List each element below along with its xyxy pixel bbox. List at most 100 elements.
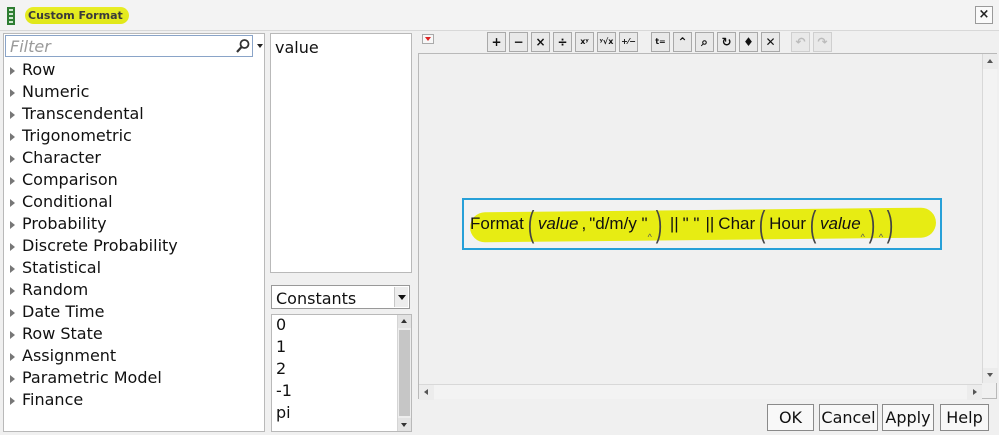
cancel-button[interactable]: Cancel <box>819 404 878 431</box>
expand-triangle-icon[interactable] <box>10 89 15 97</box>
expand-arg-caret-icon[interactable]: ^ <box>861 232 865 242</box>
expand-triangle-icon[interactable] <box>10 397 15 405</box>
formula-expression[interactable]: Format ( value , "d/m/y " ^ ) || " " || … <box>462 198 942 250</box>
expand-triangle-icon[interactable] <box>10 199 15 207</box>
expand-triangle-icon[interactable] <box>10 133 15 141</box>
constants-scrollbar[interactable] <box>397 315 411 431</box>
category-item[interactable]: Probability <box>4 214 264 236</box>
apply-button[interactable]: Apply <box>882 404 934 431</box>
help-button[interactable]: Help <box>940 404 989 431</box>
formula-text: Format ( value , "d/m/y " ^ ) || " " || … <box>470 200 897 248</box>
constant-item[interactable]: 2 <box>272 359 411 381</box>
macro-button[interactable]: ♦ <box>739 32 758 52</box>
category-label: Date Time <box>22 302 105 321</box>
constants-dropdown[interactable]: Constants <box>271 285 410 309</box>
expand-triangle-icon[interactable] <box>10 155 15 163</box>
expand-triangle-icon[interactable] <box>10 375 15 383</box>
expand-triangle-icon[interactable] <box>10 111 15 119</box>
category-label: Comparison <box>22 170 118 189</box>
redo-button[interactable]: ↷ <box>813 32 832 52</box>
editor-horizontal-scrollbar[interactable] <box>419 384 982 400</box>
editor-options-menu-icon[interactable] <box>422 34 434 44</box>
category-item[interactable]: Numeric <box>4 82 264 104</box>
search-icon[interactable] <box>235 38 251 54</box>
space-string[interactable]: " " <box>683 214 700 234</box>
peel-expression-button[interactable]: ⌃ <box>673 32 692 52</box>
expand-arg-caret-icon[interactable]: ^ <box>648 232 652 242</box>
category-item[interactable]: Row <box>4 60 264 82</box>
expand-triangle-icon[interactable] <box>10 353 15 361</box>
editor-vertical-scrollbar[interactable] <box>982 54 998 383</box>
close-button[interactable]: × <box>975 6 993 24</box>
expand-triangle-icon[interactable] <box>10 243 15 251</box>
scroll-down-icon[interactable] <box>983 368 998 383</box>
negate-button[interactable]: +⁄− <box>619 32 638 52</box>
power-button[interactable]: xʸ <box>575 32 594 52</box>
category-item[interactable]: Conditional <box>4 192 264 214</box>
local-variable-button[interactable]: ⌕ <box>695 32 714 52</box>
hour-arg-value[interactable]: value <box>820 214 861 234</box>
arg-separator: , <box>581 214 587 233</box>
expand-triangle-icon[interactable] <box>10 287 15 295</box>
scroll-up-icon[interactable] <box>983 54 998 69</box>
reorder-button[interactable]: ↻ <box>717 32 736 52</box>
title-bar: Custom Format × <box>0 0 999 31</box>
category-item[interactable]: Parametric Model <box>4 368 264 390</box>
root-button[interactable]: ʸ√x <box>597 32 616 52</box>
category-item[interactable]: Row State <box>4 324 264 346</box>
concat-operator[interactable]: || <box>670 214 679 234</box>
constant-item[interactable]: 1 <box>272 337 411 359</box>
category-item[interactable]: Random <box>4 280 264 302</box>
filter-field[interactable] <box>5 35 253 57</box>
category-item[interactable]: Date Time <box>4 302 264 324</box>
scroll-down-icon[interactable] <box>398 418 411 431</box>
expand-arg-caret-icon[interactable]: ^ <box>879 232 883 242</box>
subtract-button[interactable]: − <box>509 32 528 52</box>
scroll-up-icon[interactable] <box>398 315 411 328</box>
constant-item[interactable]: 0 <box>272 315 411 337</box>
format-string-arg[interactable]: "d/m/y " <box>589 214 647 234</box>
expand-triangle-icon[interactable] <box>10 221 15 229</box>
expand-triangle-icon[interactable] <box>10 67 15 75</box>
scroll-left-icon[interactable] <box>419 385 434 400</box>
constant-item[interactable]: -1 <box>272 381 411 403</box>
expand-triangle-icon[interactable] <box>10 265 15 273</box>
filter-input[interactable] <box>10 37 220 55</box>
columns-list: value <box>270 33 412 273</box>
category-label: Parametric Model <box>22 368 162 387</box>
category-item[interactable]: Assignment <box>4 346 264 368</box>
chevron-down-icon[interactable] <box>394 287 408 307</box>
assign-button[interactable]: t= <box>651 32 670 52</box>
expand-triangle-icon[interactable] <box>10 177 15 185</box>
category-item[interactable]: Comparison <box>4 170 264 192</box>
hour-function-name[interactable]: Hour <box>769 214 806 234</box>
category-item[interactable]: Character <box>4 148 264 170</box>
open-paren: ( <box>809 203 817 244</box>
category-item[interactable]: Transcendental <box>4 104 264 126</box>
expand-triangle-icon[interactable] <box>10 331 15 339</box>
constant-item[interactable]: pi <box>272 403 411 425</box>
divide-button[interactable]: ÷ <box>553 32 572 52</box>
category-list: Row Numeric Transcendental Trigonometric Cha… <box>4 60 264 412</box>
ok-button[interactable]: OK <box>767 404 814 431</box>
scroll-thumb[interactable] <box>399 330 410 416</box>
add-button[interactable]: + <box>487 32 506 52</box>
scroll-right-icon[interactable] <box>967 385 982 400</box>
concat-operator[interactable]: || <box>705 214 714 234</box>
category-item[interactable]: Finance <box>4 390 264 412</box>
format-function-name[interactable]: Format <box>470 214 524 234</box>
multiply-button[interactable]: × <box>531 32 550 52</box>
undo-button[interactable]: ↶ <box>791 32 810 52</box>
category-item[interactable]: Discrete Probability <box>4 236 264 258</box>
delete-expression-button[interactable]: ✕ <box>761 32 780 52</box>
category-label: Numeric <box>22 82 90 101</box>
category-item[interactable]: Trigonometric <box>4 126 264 148</box>
expand-triangle-icon[interactable] <box>10 309 15 317</box>
category-label: Assignment <box>22 346 117 365</box>
filter-options-dropdown-icon[interactable] <box>255 35 265 57</box>
category-item[interactable]: Statistical <box>4 258 264 280</box>
category-label: Random <box>22 280 89 299</box>
format-arg-value[interactable]: value <box>538 214 579 234</box>
char-function-name[interactable]: Char <box>718 214 755 234</box>
column-item-value[interactable]: value <box>275 38 319 57</box>
